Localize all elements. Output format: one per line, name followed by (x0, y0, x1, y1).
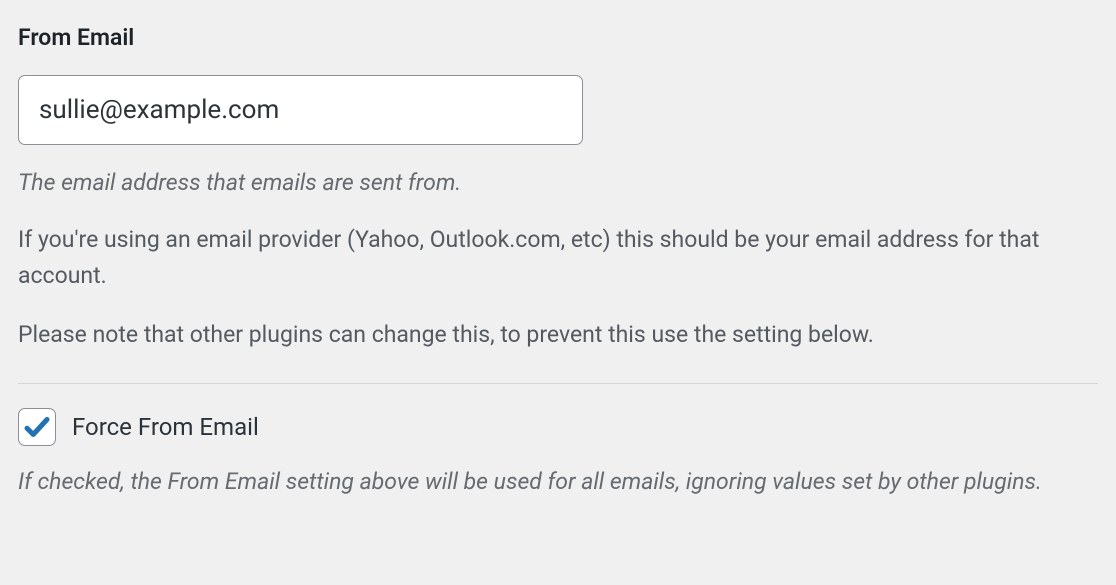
section-divider (18, 383, 1098, 384)
from-email-desc-note: Please note that other plugins can chang… (18, 317, 1098, 353)
force-from-email-checkbox[interactable] (18, 408, 56, 446)
from-email-label: From Email (18, 24, 1098, 51)
check-icon (22, 412, 52, 442)
force-from-email-desc: If checked, the From Email setting above… (18, 466, 1098, 497)
force-from-email-label[interactable]: Force From Email (72, 413, 259, 441)
force-from-email-row: Force From Email (18, 408, 1098, 446)
from-email-desc-provider: If you're using an email provider (Yahoo… (18, 222, 1098, 293)
from-email-input[interactable] (18, 75, 583, 145)
from-email-desc-short: The email address that emails are sent f… (18, 167, 1098, 198)
